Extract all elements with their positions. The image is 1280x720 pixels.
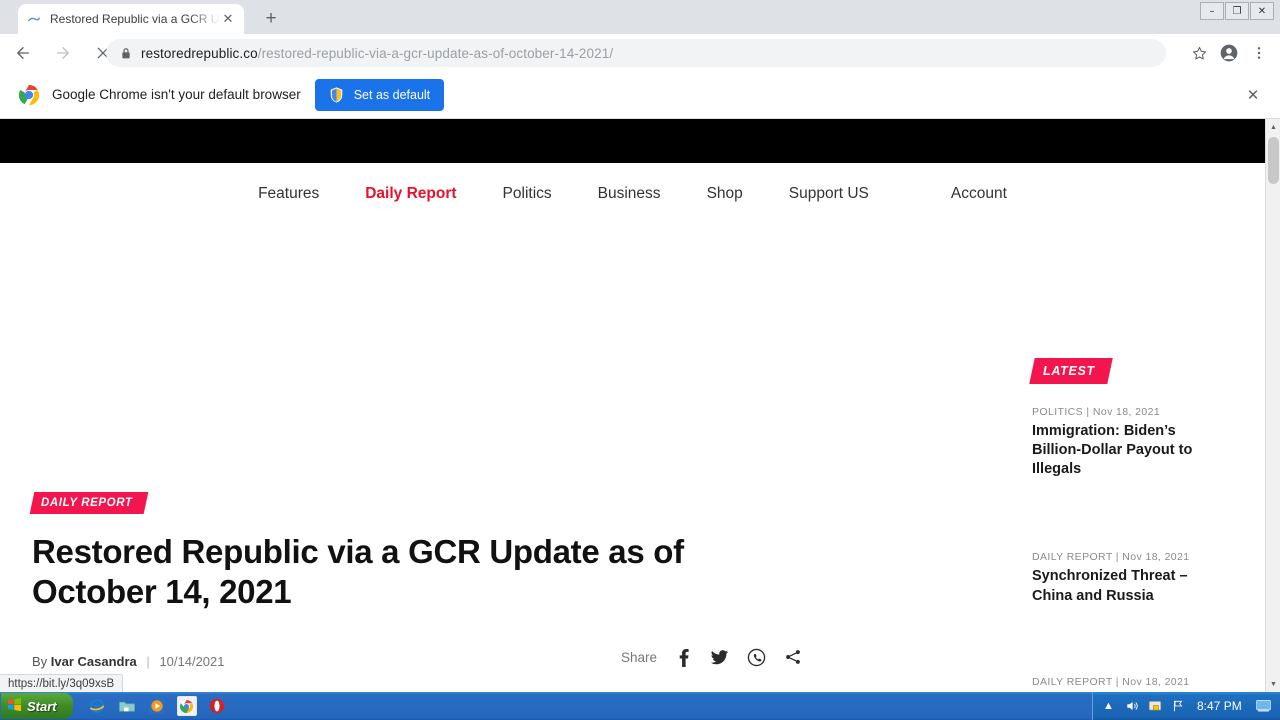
page-title: Restored Republic via a GCR Update as of… <box>32 533 684 611</box>
windows-taskbar: Start ▲ 8:47 PM <box>0 692 1280 720</box>
url-domain: restoredrepublic.co <box>141 45 258 61</box>
nav-item-daily-report[interactable]: Daily Report <box>342 185 479 203</box>
network-flag-icon[interactable] <box>1170 699 1185 714</box>
sidebar-item-kicker: DAILY REPORT | Nov 18, 2021 <box>1032 676 1217 688</box>
forward-button[interactable] <box>46 36 80 70</box>
sidebar-item-category: DAILY REPORT <box>1032 675 1113 688</box>
url-path: /restored-republic-via-a-gcr-update-as-o… <box>257 45 614 61</box>
article-category-badge[interactable]: DAILY REPORT <box>29 492 148 514</box>
set-as-default-label: Set as default <box>353 87 431 102</box>
page-content: DAILY REPORT Restored Republic via a GCR… <box>0 225 1265 692</box>
scrollbar-thumb[interactable] <box>1268 137 1279 184</box>
article-meta-row: By Ivar Casandra | 10/14/2021 Share <box>32 648 800 682</box>
back-button[interactable] <box>6 36 40 70</box>
browser-toolbar: restoredrepublic.co/restored-republic-vi… <box>0 34 1280 71</box>
chrome-logo-icon <box>18 84 40 106</box>
infobar-message: Google Chrome isn't your default browser <box>52 87 301 102</box>
nav-item-business[interactable]: Business <box>575 185 684 203</box>
folder-icon[interactable] <box>117 696 137 716</box>
default-browser-infobar: Google Chrome isn't your default browser… <box>0 71 1280 119</box>
sidebar-item-title[interactable]: Synchronized Threat – China and Russia <box>1032 567 1217 605</box>
sidebar-item-date: Nov 18, 2021 <box>1092 406 1161 418</box>
sidebar-item-date: Nov 18, 2021 <box>1122 675 1190 688</box>
whatsapp-icon[interactable] <box>747 648 766 667</box>
media-player-icon[interactable] <box>147 696 167 716</box>
sidebar-item-kicker: DAILY REPORT | Nov 18, 2021 <box>1032 551 1217 563</box>
taskbar-clock[interactable]: 8:47 PM <box>1197 699 1242 713</box>
byline-separator: | <box>146 653 150 669</box>
internet-explorer-icon[interactable] <box>87 696 107 716</box>
start-label: Start <box>27 698 57 714</box>
list-item[interactable]: DAILY REPORT | Nov 18, 2021 Pfizer, BioN… <box>1032 676 1217 692</box>
url-text: restoredrepublic.co/restored-republic-vi… <box>141 46 613 61</box>
lock-icon <box>120 47 132 60</box>
quick-launch-bar <box>87 696 227 716</box>
star-icon[interactable] <box>1184 38 1214 68</box>
sidebar-item-separator: | <box>1115 675 1119 688</box>
security-alert-icon[interactable] <box>1147 699 1162 714</box>
nav-item-features[interactable]: Features <box>235 185 342 203</box>
infobar-close-icon[interactable]: ✕ <box>1242 84 1264 106</box>
set-as-default-button[interactable]: Set as default <box>314 78 445 111</box>
scroll-up-arrow-icon[interactable]: ▲ <box>1266 119 1280 135</box>
sidebar-item-date: Nov 18, 2021 <box>1122 551 1190 564</box>
nav-item-support-us[interactable]: Support US <box>766 185 892 203</box>
start-button[interactable]: Start <box>1 693 73 719</box>
opera-icon[interactable] <box>207 696 227 716</box>
tab-close-icon[interactable]: ✕ <box>220 11 236 27</box>
tab-title: Restored Republic via a GCR Update <box>50 12 220 26</box>
desktop-icon[interactable] <box>1255 699 1271 714</box>
list-item[interactable]: POLITICS | Nov 18, 2021 Immigration: Bid… <box>1032 406 1217 479</box>
facebook-icon[interactable] <box>675 648 692 667</box>
account-avatar-icon[interactable] <box>1214 38 1244 68</box>
publish-date: 10/14/2021 <box>159 653 225 669</box>
windows-logo-icon <box>7 697 22 715</box>
latest-badge-label: LATEST <box>1043 364 1095 378</box>
author-name[interactable]: Ivar Casandra <box>51 654 137 669</box>
page-favicon-icon <box>26 11 42 27</box>
minimize-button[interactable]: – <box>1200 2 1224 20</box>
sidebar-item-category: DAILY REPORT <box>1032 551 1113 564</box>
sidebar-item-kicker: POLITICS | Nov 18, 2021 <box>1032 406 1217 418</box>
scroll-down-arrow-icon[interactable]: ▼ <box>1266 676 1280 692</box>
link-status-bubble: https://bit.ly/3q09xsB <box>0 674 124 692</box>
share-row: Share <box>621 648 802 667</box>
shield-icon <box>329 86 344 103</box>
site-main-navigation: Features Daily Report Politics Business … <box>0 163 1265 225</box>
article-header: DAILY REPORT Restored Republic via a GCR… <box>29 492 800 682</box>
browser-window: Restored Republic via a GCR Update ✕ + –… <box>0 0 1280 692</box>
tab-strip: Restored Republic via a GCR Update ✕ + –… <box>0 0 1280 34</box>
three-dot-menu-icon[interactable] <box>1244 38 1274 68</box>
latest-badge: LATEST <box>1029 358 1113 384</box>
toolbar-right-icons <box>1184 38 1274 68</box>
sidebar-latest: LATEST POLITICS | Nov 18, 2021 Immigrati… <box>1029 225 1232 692</box>
share-label: Share <box>620 649 657 665</box>
byline-prefix: By <box>32 653 48 669</box>
share-nodes-icon[interactable] <box>784 648 802 666</box>
system-tray: ▲ 8:47 PM <box>1092 692 1280 720</box>
browser-tab[interactable]: Restored Republic via a GCR Update ✕ <box>18 4 244 34</box>
volume-icon[interactable] <box>1124 699 1139 714</box>
twitter-icon[interactable] <box>710 648 729 667</box>
nav-item-account[interactable]: Account <box>928 185 1030 203</box>
nav-item-politics[interactable]: Politics <box>480 185 575 203</box>
restore-button[interactable]: ❐ <box>1225 2 1249 20</box>
sidebar-item-title[interactable]: Immigration: Biden’s Billion-Dollar Payo… <box>1032 422 1217 479</box>
page-viewport: Features Daily Report Politics Business … <box>0 119 1265 692</box>
window-controls: – ❐ ✕ <box>1199 1 1274 21</box>
close-window-button[interactable]: ✕ <box>1250 2 1274 20</box>
article-category-label: DAILY REPORT <box>41 497 133 509</box>
sidebar-item-separator: | <box>1115 551 1119 564</box>
sidebar-item-separator: | <box>1086 406 1090 418</box>
new-tab-button[interactable]: + <box>258 6 284 32</box>
sidebar-item-category: POLITICS <box>1032 406 1084 418</box>
list-item[interactable]: DAILY REPORT | Nov 18, 2021 Synchronized… <box>1032 551 1217 605</box>
show-hidden-icons-chevron-icon[interactable]: ▲ <box>1101 699 1116 714</box>
nav-item-shop[interactable]: Shop <box>684 185 766 203</box>
page-scrollbar[interactable]: ▲ ▼ <box>1265 119 1280 692</box>
site-black-header-band <box>0 119 1265 163</box>
address-bar[interactable]: restoredrepublic.co/restored-republic-vi… <box>106 39 1166 67</box>
chrome-icon[interactable] <box>176 696 197 716</box>
